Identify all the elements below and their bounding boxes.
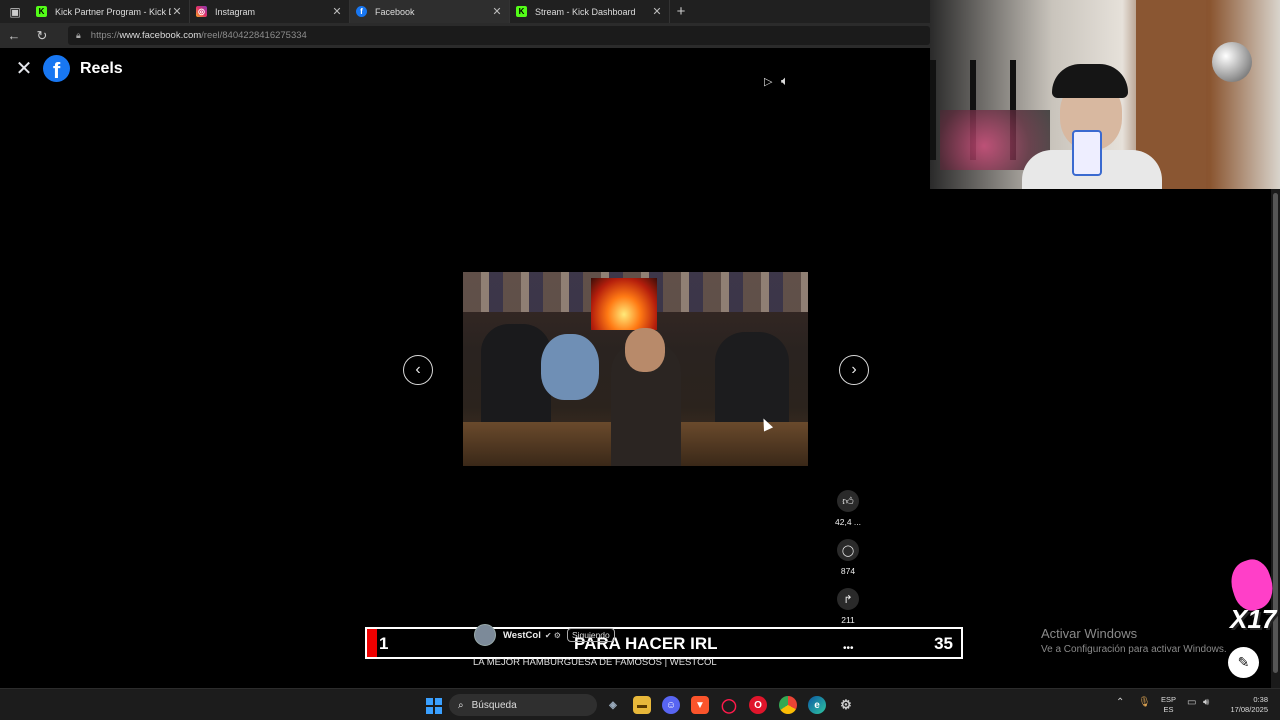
video-scene-fireplace xyxy=(591,278,657,330)
close-tab-icon[interactable]: ✕ xyxy=(331,5,343,18)
previous-reel-button[interactable]: ‹ xyxy=(403,355,433,385)
close-tab-icon[interactable]: ✕ xyxy=(491,5,503,18)
tab-instagram[interactable]: ◎ Instagram ✕ xyxy=(190,0,350,23)
reel-caption: LA MEJOR HAMBURGUESA DE FAMOSOS | WESTCO… xyxy=(473,657,717,668)
thumbs-up-icon[interactable]: 👍︎ xyxy=(837,490,859,512)
volume-icon[interactable]: 🔈︎ xyxy=(781,73,789,89)
show-hidden-icons-icon[interactable]: ⌃ xyxy=(1116,697,1124,708)
taskbar-search-input[interactable]: ⌕ Búsqueda xyxy=(449,694,597,716)
video-scene-mascot xyxy=(541,334,599,400)
page-title: Reels xyxy=(80,60,123,77)
language-indicator[interactable]: ESP ES xyxy=(1161,695,1176,715)
like-count: 42,4 ... xyxy=(835,517,861,527)
comment-count: 874 xyxy=(840,566,856,576)
reel-author: WestCol ✔ ⚙ Siguiendo xyxy=(474,624,615,646)
clock-time: 0:38 xyxy=(1253,695,1268,704)
reel-actions: 👍︎ 42,4 ... ◯ 874 ↱ 211 xyxy=(829,490,867,637)
language-code: ESP xyxy=(1161,695,1177,704)
notification-app-icon[interactable]: ⚙ xyxy=(837,696,855,714)
webcam-scene-cap xyxy=(1052,64,1128,98)
tab-title: Stream - Kick Dashboard xyxy=(535,6,636,17)
comment-action[interactable]: ◯ 874 xyxy=(829,539,867,576)
goal-current-count: 1 xyxy=(379,634,389,653)
tab-kick-dashboard[interactable]: K Stream - Kick Dashboard ✕ xyxy=(510,0,670,23)
taskbar: ⌕ Búsqueda ◈ ▬ ☺ ▼ ◯ O e ⚙ ⌃ 🎙︎ ESP ES ▭… xyxy=(0,688,1280,720)
like-action[interactable]: 👍︎ 42,4 ... xyxy=(829,490,867,527)
next-reel-button[interactable]: › xyxy=(839,355,869,385)
facebook-icon: f xyxy=(356,6,367,17)
lock-icon: 🔒︎ xyxy=(76,30,81,40)
url-path: /reel/8404228416275334 xyxy=(201,30,307,41)
kick-icon: K xyxy=(36,6,47,17)
tab-kick-partner[interactable]: K Kick Partner Program - Kick Dash ✕ xyxy=(30,0,190,23)
facebook-logo-icon[interactable]: f xyxy=(43,55,70,83)
microphone-icon[interactable]: 🎙︎ xyxy=(1138,697,1151,708)
tab-title: Kick Partner Program - Kick Dash xyxy=(55,6,171,17)
system-clock[interactable]: 0:38 17/08/2025 xyxy=(1226,695,1268,715)
speaker-icon[interactable]: 🔊︎ xyxy=(1203,697,1209,708)
webcam-overlay xyxy=(930,0,1280,189)
author-name[interactable]: WestCol xyxy=(503,630,541,641)
compose-edit-icon[interactable]: ✎ xyxy=(1228,647,1259,678)
goal-target-count: 35 xyxy=(934,634,953,653)
reel-video[interactable] xyxy=(463,272,808,466)
reload-icon[interactable]: ↻ xyxy=(28,28,56,44)
scrollbar-thumb[interactable] xyxy=(1273,193,1278,673)
clock-date: 17/08/2025 xyxy=(1230,705,1268,714)
instagram-icon: ◎ xyxy=(196,6,207,17)
share-action[interactable]: ↱ 211 xyxy=(829,588,867,625)
kick-icon: K xyxy=(516,6,527,17)
verified-badge-icon: ✔ ⚙ xyxy=(544,630,561,640)
gift-multiplier-overlay: X17 xyxy=(1225,555,1279,636)
search-placeholder: Búsqueda xyxy=(471,699,517,711)
close-tab-icon[interactable]: ✕ xyxy=(171,5,183,18)
tab-strip: ▣ K Kick Partner Program - Kick Dash ✕ ◎… xyxy=(0,0,930,23)
new-tab-button[interactable]: + xyxy=(670,3,692,20)
tab-actions-menu-icon[interactable]: ▣ xyxy=(0,0,30,23)
more-options-icon[interactable]: ••• xyxy=(843,643,854,654)
url-prefix: https:// xyxy=(90,30,120,41)
video-scene-person-head xyxy=(625,328,665,372)
avatar[interactable] xyxy=(474,624,496,646)
search-icon: ⌕ xyxy=(458,699,464,711)
stream-goal-bar: 1 PARA HACER IRL ••• 35 xyxy=(365,627,963,659)
file-explorer-icon[interactable]: ▬ xyxy=(633,696,651,714)
edge-icon[interactable]: e xyxy=(808,696,826,714)
share-count: 211 xyxy=(841,615,855,625)
copilot-icon[interactable]: ◈ xyxy=(604,696,622,714)
multiplier-label: X17 xyxy=(1230,604,1277,634)
close-tab-icon[interactable]: ✕ xyxy=(651,5,663,18)
follow-button[interactable]: Siguiendo xyxy=(566,628,615,642)
webcam-scene-balloon xyxy=(1212,42,1252,82)
play-icon[interactable]: ▷ xyxy=(764,75,772,88)
keyboard-layout: ES xyxy=(1163,705,1174,714)
brave-browser-icon[interactable]: ▼ xyxy=(691,696,709,714)
opera-icon[interactable]: O xyxy=(749,696,767,714)
goal-progress-fill xyxy=(367,629,377,657)
chrome-icon[interactable] xyxy=(779,696,797,714)
tab-facebook[interactable]: f Facebook ✕ xyxy=(350,0,510,23)
activation-title: Activar Windows xyxy=(1041,626,1138,641)
url-field[interactable]: 🔒︎ https://www.facebook.com/reel/8404228… xyxy=(68,26,930,45)
windows-activation-watermark: Activar Windows Ve a Configuración para … xyxy=(1041,626,1227,655)
url-host: www.facebook.com xyxy=(119,30,202,41)
tab-title: Instagram xyxy=(215,6,256,17)
opera-gx-icon[interactable]: ◯ xyxy=(720,696,738,714)
address-bar-row: ← ↻ 🔒︎ https://www.facebook.com/reel/840… xyxy=(0,23,930,48)
discord-icon[interactable]: ☺ xyxy=(662,696,680,714)
close-icon[interactable]: ✕ xyxy=(14,59,34,79)
windows-start-icon[interactable] xyxy=(426,698,442,714)
webcam-scene-cup xyxy=(1072,130,1102,176)
tab-title: Facebook xyxy=(375,6,415,17)
activation-subtitle: Ve a Configuración para activar Windows. xyxy=(1041,644,1227,655)
back-arrow-icon[interactable]: ← xyxy=(0,28,28,43)
comment-bubble-icon[interactable]: ◯ xyxy=(837,539,859,561)
share-arrow-icon[interactable]: ↱ xyxy=(837,588,859,610)
network-icon[interactable]: ▭ xyxy=(1187,697,1196,708)
